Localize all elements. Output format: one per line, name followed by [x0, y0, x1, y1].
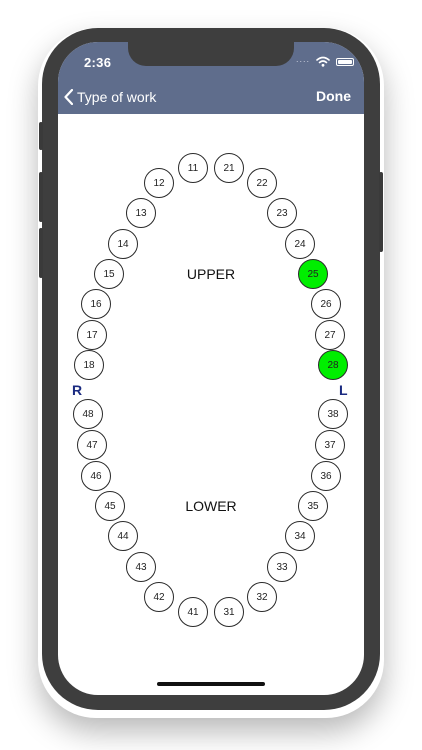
tooth-22[interactable]: 22: [247, 168, 277, 198]
tooth-37[interactable]: 37: [315, 430, 345, 460]
volume-down-button: [39, 228, 43, 278]
right-side-label: R: [72, 382, 83, 398]
volume-up-button: [39, 172, 43, 222]
tooth-25[interactable]: 25: [298, 259, 328, 289]
tooth-14[interactable]: 14: [108, 229, 138, 259]
upper-jaw-label: UPPER: [186, 266, 236, 282]
tooth-13[interactable]: 13: [126, 198, 156, 228]
tooth-17[interactable]: 17: [77, 320, 107, 350]
notch: [128, 42, 294, 66]
tooth-15[interactable]: 15: [94, 259, 124, 289]
tooth-32[interactable]: 32: [247, 582, 277, 612]
tooth-43[interactable]: 43: [126, 552, 156, 582]
tooth-48[interactable]: 48: [73, 399, 103, 429]
tooth-45[interactable]: 45: [95, 491, 125, 521]
tooth-24[interactable]: 24: [285, 229, 315, 259]
home-indicator: [157, 682, 265, 686]
tooth-41[interactable]: 41: [178, 597, 208, 627]
battery-icon: [336, 58, 354, 66]
back-button[interactable]: Type of work: [64, 86, 156, 108]
screen: 2:36 .... Type of work Done 11 21 12 22 13 23…: [58, 42, 364, 695]
navigation-header: 2:36 .... Type of work Done: [58, 42, 364, 114]
tooth-33[interactable]: 33: [267, 552, 297, 582]
tooth-42[interactable]: 42: [144, 582, 174, 612]
tooth-35[interactable]: 35: [298, 491, 328, 521]
status-time: 2:36: [84, 55, 112, 70]
signal-dots-icon: ....: [296, 54, 311, 64]
tooth-23[interactable]: 23: [267, 198, 297, 228]
tooth-18[interactable]: 18: [74, 350, 104, 380]
lower-jaw-label: LOWER: [185, 498, 237, 514]
tooth-11[interactable]: 11: [178, 153, 208, 183]
wifi-icon: [316, 56, 330, 67]
tooth-44[interactable]: 44: [108, 521, 138, 551]
power-button: [379, 172, 383, 252]
tooth-36[interactable]: 36: [311, 461, 341, 491]
tooth-31[interactable]: 31: [214, 597, 244, 627]
tooth-28[interactable]: 28: [318, 350, 348, 380]
back-label: Type of work: [77, 89, 157, 105]
mute-switch: [39, 122, 43, 150]
tooth-47[interactable]: 47: [77, 430, 107, 460]
left-side-label: L: [339, 382, 348, 398]
tooth-46[interactable]: 46: [81, 461, 111, 491]
tooth-26[interactable]: 26: [311, 289, 341, 319]
tooth-21[interactable]: 21: [214, 153, 244, 183]
tooth-12[interactable]: 12: [144, 168, 174, 198]
chevron-left-icon: [64, 89, 73, 105]
tooth-38[interactable]: 38: [318, 399, 348, 429]
tooth-34[interactable]: 34: [285, 521, 315, 551]
tooth-16[interactable]: 16: [81, 289, 111, 319]
done-button[interactable]: Done: [316, 88, 351, 104]
tooth-27[interactable]: 27: [315, 320, 345, 350]
